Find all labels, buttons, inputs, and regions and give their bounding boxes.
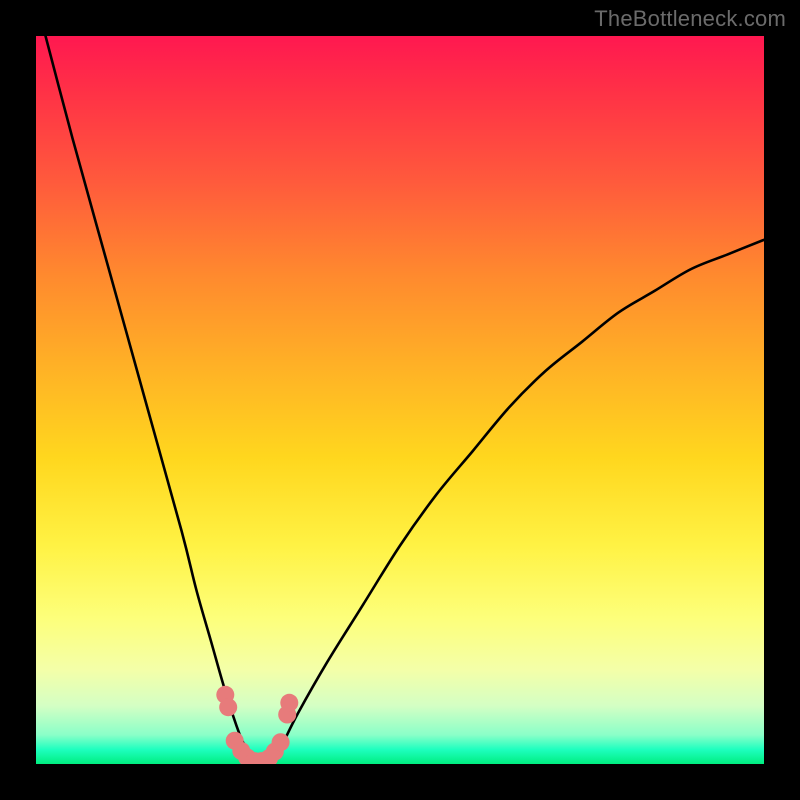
plot-area	[36, 36, 764, 764]
marker-dot	[280, 694, 298, 712]
near-optimum-markers	[36, 36, 764, 764]
watermark: TheBottleneck.com	[594, 6, 786, 32]
marker-dot	[272, 733, 290, 751]
chart-frame: TheBottleneck.com	[0, 0, 800, 800]
marker-dot	[219, 698, 237, 716]
